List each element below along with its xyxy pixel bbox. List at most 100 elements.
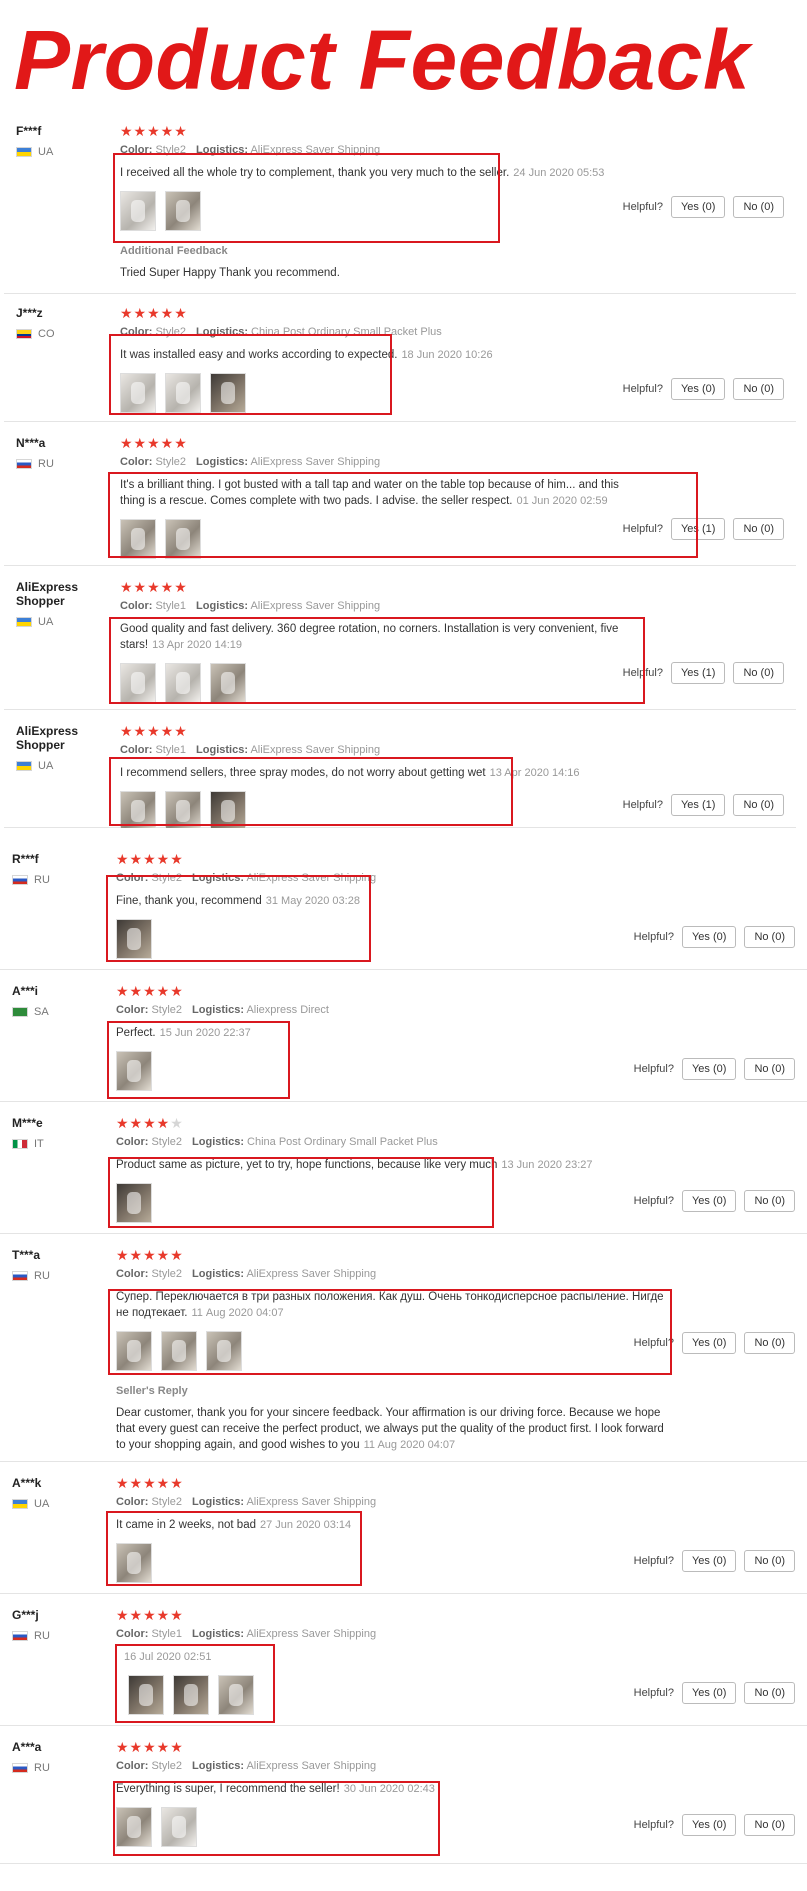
helpful-yes-button[interactable]: Yes (1) <box>670 518 726 540</box>
review-meta: Color: Style2 Logistics: China Post Ordin… <box>120 326 442 338</box>
helpful-label: Helpful? <box>622 201 663 213</box>
photo-thumbnail[interactable] <box>210 791 246 831</box>
reviewer-country: SA <box>12 1006 122 1018</box>
review-date: 01 Jun 2020 02:59 <box>516 495 608 507</box>
reviewer-name: F***f <box>16 124 42 138</box>
photo-thumbnail[interactable] <box>165 191 201 231</box>
photo-thumbnail[interactable] <box>116 1807 152 1847</box>
photo-thumbnail[interactable] <box>120 791 156 831</box>
photo-thumbnail[interactable] <box>165 663 201 703</box>
helpful-yes-button[interactable]: Yes (1) <box>670 662 726 684</box>
additional-feedback-title: Additional Feedback <box>120 245 228 257</box>
reviewer-country: UA <box>12 1498 122 1510</box>
photo-thumbnail[interactable] <box>116 1543 152 1583</box>
helpful-yes-button[interactable]: Yes (0) <box>670 196 726 218</box>
helpful-yes-button[interactable]: Yes (0) <box>681 1058 737 1080</box>
review-meta: Color: Style2 Logistics: AliExpress Saver… <box>120 144 381 156</box>
star-rating: ★★★★★ <box>120 579 188 595</box>
reviewer-country: IT <box>12 1138 122 1150</box>
review-photos <box>128 1675 657 1715</box>
review-meta: Color: Style1 Logistics: AliExpress Saver… <box>120 600 381 612</box>
helpful-yes-button[interactable]: Yes (0) <box>670 378 726 400</box>
photo-thumbnail[interactable] <box>120 663 156 703</box>
helpful-controls: Helpful? Yes (0) No (0) <box>634 1550 795 1572</box>
review-photos <box>116 1183 657 1223</box>
photo-thumbnail[interactable] <box>161 1807 197 1847</box>
helpful-no-button[interactable]: No (0) <box>744 1332 795 1354</box>
reviewer-country: UA <box>16 146 126 158</box>
reviewer-country: RU <box>12 1762 122 1774</box>
review-date: 16 Jul 2020 02:51 <box>124 1651 212 1663</box>
review-text: 16 Jul 2020 02:51 <box>116 1649 657 1665</box>
review-meta: Color: Style2 Logistics: AliExpress Saver… <box>120 456 381 468</box>
reviewer-country: RU <box>12 1270 122 1282</box>
helpful-controls: Helpful? Yes (0) No (0) <box>623 378 784 400</box>
review-item: N***a RU ★★★★★ Color: Style2 Logistics: A… <box>4 436 796 566</box>
review-item: G***j RU ★★★★★ Color: Style1 Logistics: A… <box>0 1608 807 1726</box>
flag-ru-icon <box>12 1271 28 1281</box>
review-text: Product same as picture, yet to try, hop… <box>116 1159 593 1171</box>
helpful-no-button[interactable]: No (0) <box>744 1190 795 1212</box>
photo-thumbnail[interactable] <box>165 373 201 413</box>
review-item: AliExpress Shopper UA ★★★★★ Color: Style… <box>4 580 796 710</box>
helpful-yes-button[interactable]: Yes (0) <box>681 926 737 948</box>
review-photos <box>116 919 657 959</box>
review-date: 15 Jun 2020 22:37 <box>159 1027 251 1039</box>
photo-thumbnail[interactable] <box>120 191 156 231</box>
star-rating: ★★★★★ <box>116 1475 184 1491</box>
helpful-yes-button[interactable]: Yes (1) <box>670 794 726 816</box>
review-date: 31 May 2020 03:28 <box>265 895 360 907</box>
photo-thumbnail[interactable] <box>116 1183 152 1223</box>
photo-thumbnail[interactable] <box>161 1331 197 1371</box>
reviewer-name: AliExpress Shopper <box>16 580 79 608</box>
helpful-no-button[interactable]: No (0) <box>744 1814 795 1836</box>
reviewer-name: A***k <box>12 1476 42 1490</box>
star-rating: ★★★★★ <box>116 1115 184 1131</box>
helpful-yes-button[interactable]: Yes (0) <box>681 1190 737 1212</box>
photo-thumbnail[interactable] <box>128 1675 164 1715</box>
photo-thumbnail[interactable] <box>120 373 156 413</box>
helpful-no-button[interactable]: No (0) <box>744 1058 795 1080</box>
helpful-controls: Helpful? Yes (0) No (0) <box>634 1682 795 1704</box>
review-meta: Color: Style2 Logistics: AliExpress Saver… <box>116 1268 377 1280</box>
review-text: It was installed easy and works accordin… <box>120 349 493 361</box>
helpful-yes-button[interactable]: Yes (0) <box>681 1814 737 1836</box>
helpful-no-button[interactable]: No (0) <box>744 1550 795 1572</box>
photo-thumbnail[interactable] <box>116 1331 152 1371</box>
reviewer-country: UA <box>16 760 126 772</box>
reviewer-name: A***i <box>12 984 39 998</box>
review-photos <box>120 373 646 413</box>
flag-ru-icon <box>12 1631 28 1641</box>
helpful-yes-button[interactable]: Yes (0) <box>681 1332 737 1354</box>
photo-thumbnail[interactable] <box>210 663 246 703</box>
review-date: 27 Jun 2020 03:14 <box>260 1519 352 1531</box>
helpful-controls: Helpful? Yes (0) No (0) <box>623 196 784 218</box>
helpful-no-button[interactable]: No (0) <box>733 196 784 218</box>
photo-thumbnail[interactable] <box>165 519 201 559</box>
review-content: ★★★★★ Color: Style2 Logistics: AliExpress… <box>120 124 646 281</box>
star-rating: ★★★★★ <box>120 723 188 739</box>
photo-thumbnail[interactable] <box>173 1675 209 1715</box>
photo-thumbnail[interactable] <box>218 1675 254 1715</box>
helpful-no-button[interactable]: No (0) <box>744 1682 795 1704</box>
reviewer-info: F***f UA <box>16 124 126 158</box>
helpful-yes-button[interactable]: Yes (0) <box>681 1550 737 1572</box>
review-date: 30 Jun 2020 02:43 <box>343 1783 435 1795</box>
reviewer-name: J***z <box>16 306 43 320</box>
helpful-no-button[interactable]: No (0) <box>744 926 795 948</box>
photo-thumbnail[interactable] <box>120 519 156 559</box>
reviewer-name: M***e <box>12 1116 43 1130</box>
photo-thumbnail[interactable] <box>165 791 201 831</box>
helpful-yes-button[interactable]: Yes (0) <box>681 1682 737 1704</box>
photo-thumbnail[interactable] <box>206 1331 242 1371</box>
photo-thumbnail[interactable] <box>116 1051 152 1091</box>
helpful-no-button[interactable]: No (0) <box>733 794 784 816</box>
photo-thumbnail[interactable] <box>210 373 246 413</box>
helpful-no-button[interactable]: No (0) <box>733 662 784 684</box>
photo-thumbnail[interactable] <box>116 919 152 959</box>
helpful-no-button[interactable]: No (0) <box>733 378 784 400</box>
helpful-no-button[interactable]: No (0) <box>733 518 784 540</box>
reviewer-name: T***a <box>12 1248 41 1262</box>
star-rating: ★★★★★ <box>116 1607 184 1623</box>
helpful-controls: Helpful? Yes (1) No (0) <box>623 794 784 816</box>
